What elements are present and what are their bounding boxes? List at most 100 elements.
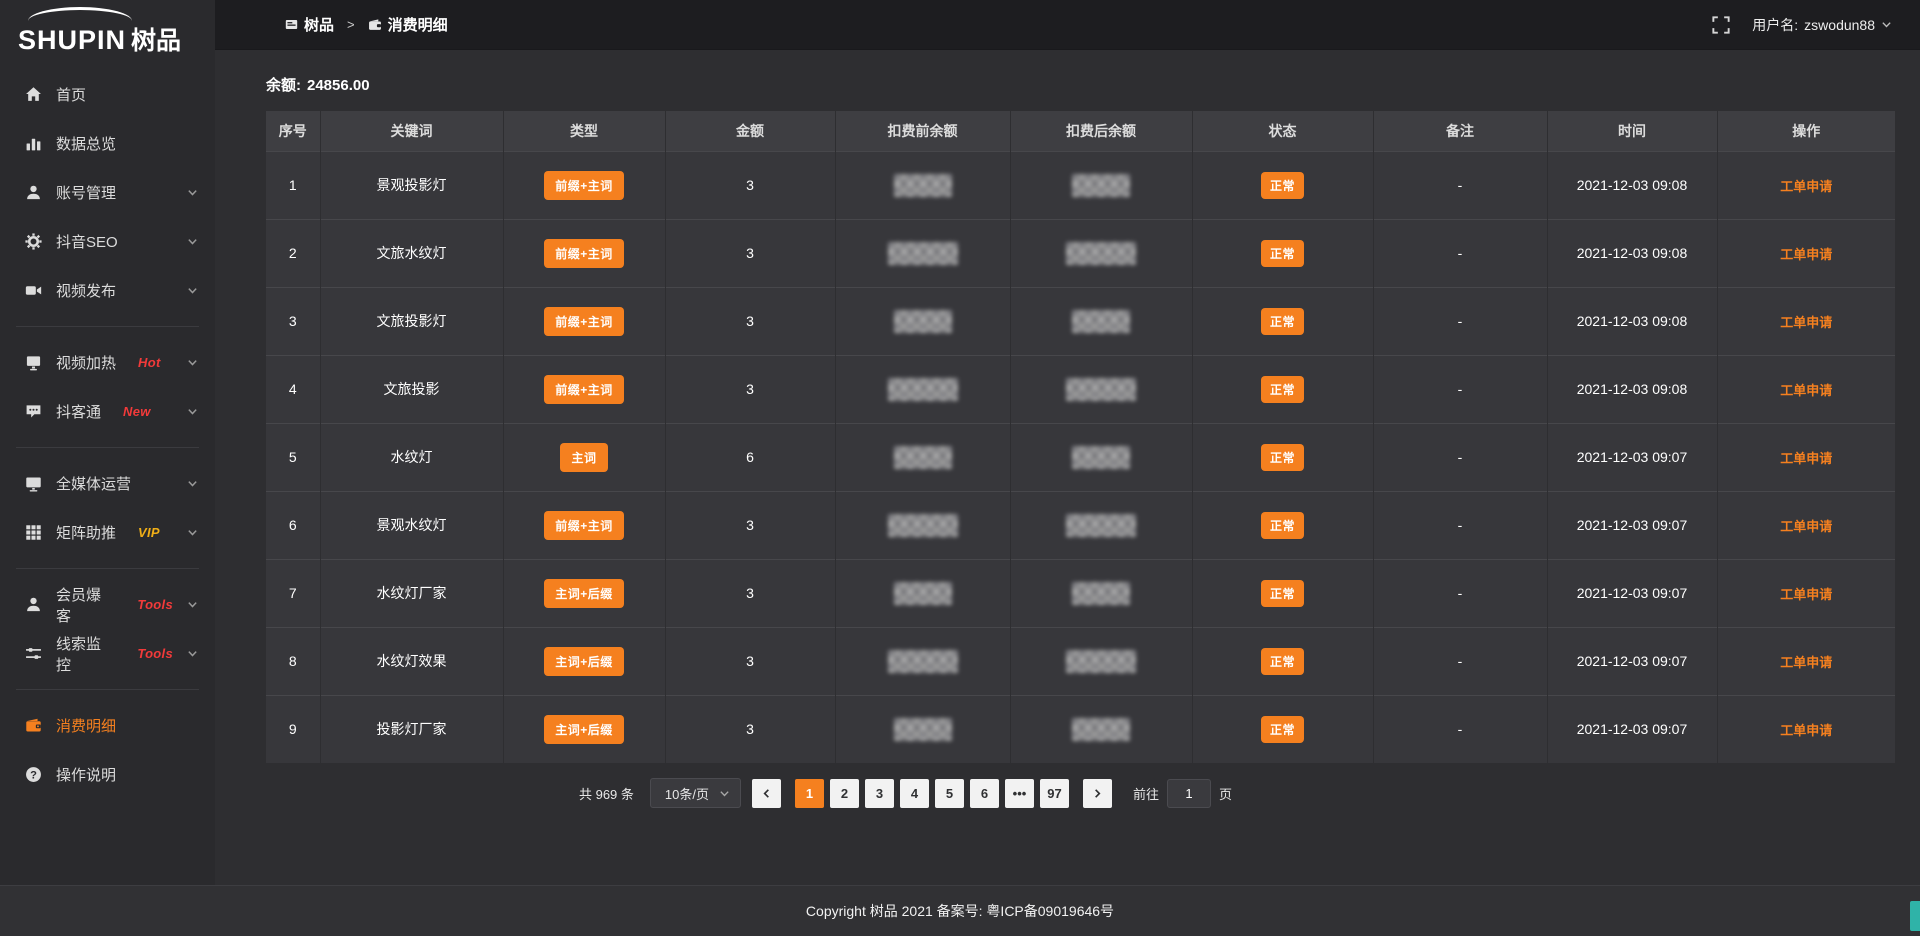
- sidebar-item-member-baoke[interactable]: 会员爆客 Tools: [0, 580, 215, 629]
- chevron-down-icon: [719, 788, 730, 799]
- sidebar-item-label: 抖音SEO: [56, 231, 118, 252]
- type-badge: 前缀+主词: [544, 171, 624, 200]
- page-button[interactable]: 3: [865, 779, 894, 808]
- sidebar-item-account-mgmt[interactable]: 账号管理: [0, 168, 215, 217]
- sidebar-item-data-overview[interactable]: 数据总览: [0, 119, 215, 168]
- redacted-value: [1072, 446, 1130, 469]
- help-circle-icon: ?: [25, 766, 42, 783]
- chevron-down-icon: [187, 599, 198, 610]
- ticket-apply-link[interactable]: 工单申请: [1780, 655, 1832, 670]
- sidebar-item-douketong[interactable]: 抖客通 New: [0, 387, 215, 436]
- fullscreen-icon[interactable]: [1712, 16, 1730, 34]
- cell-balance-before: [835, 151, 1010, 219]
- cell-status: 正常: [1192, 491, 1373, 559]
- cell-action: 工单申请: [1717, 423, 1895, 491]
- redacted-value: [1072, 310, 1130, 333]
- redacted-value: [1072, 718, 1130, 741]
- monitor-icon: [25, 475, 42, 492]
- ticket-apply-link[interactable]: 工单申请: [1780, 587, 1832, 602]
- breadcrumb-current[interactable]: 消费明细: [368, 14, 448, 35]
- cell-keyword: 水纹灯厂家: [320, 559, 503, 627]
- prev-page-button[interactable]: [752, 779, 781, 808]
- chevron-down-icon: [187, 406, 198, 417]
- cell-type: 前缀+主词: [503, 287, 665, 355]
- table-body: 1 景观投影灯 前缀+主词 3 正常 - 2021-12-03 09:08 工单…: [266, 151, 1895, 763]
- cell-balance-before: [835, 695, 1010, 763]
- ticket-apply-link[interactable]: 工单申请: [1780, 383, 1832, 398]
- ticket-apply-link[interactable]: 工单申请: [1780, 451, 1832, 466]
- sidebar-item-instructions[interactable]: ? 操作说明: [0, 750, 215, 799]
- sidebar-item-label: 首页: [56, 84, 86, 105]
- sidebar-item-matrix-boost[interactable]: 矩阵助推 VIP: [0, 508, 215, 557]
- floating-corner-widget[interactable]: [1910, 901, 1920, 931]
- redacted-value: [1072, 582, 1130, 605]
- cell-action: 工单申请: [1717, 559, 1895, 627]
- page: SHUPIN 树品 首页 数据总览 账号管理 抖音SEO: [0, 0, 1920, 936]
- col-header-type: 类型: [503, 111, 665, 151]
- cell-keyword: 景观投影灯: [320, 151, 503, 219]
- col-header-status: 状态: [1192, 111, 1373, 151]
- cell-type: 主词: [503, 423, 665, 491]
- cell-action: 工单申请: [1717, 287, 1895, 355]
- sidebar-item-video-heating[interactable]: 视频加热 Hot: [0, 338, 215, 387]
- cell-amount: 3: [665, 559, 835, 627]
- cell-keyword: 水纹灯: [320, 423, 503, 491]
- goto-page-input[interactable]: [1167, 779, 1211, 808]
- ticket-apply-link[interactable]: 工单申请: [1780, 723, 1832, 738]
- col-header-no: 序号: [266, 111, 320, 151]
- sidebar-item-video-publish[interactable]: 视频发布: [0, 266, 215, 315]
- next-page-button[interactable]: [1083, 779, 1112, 808]
- sidebar-item-consumption-detail[interactable]: 消费明细: [0, 701, 215, 750]
- cell-time: 2021-12-03 09:07: [1547, 491, 1717, 559]
- sidebar-item-all-media-ops[interactable]: 全媒体运营: [0, 459, 215, 508]
- ticket-apply-link[interactable]: 工单申请: [1780, 519, 1832, 534]
- redacted-value: [894, 718, 952, 741]
- page-size-select[interactable]: 10条/页: [650, 778, 741, 808]
- type-badge: 主词+后缀: [544, 579, 624, 608]
- ticket-apply-link[interactable]: 工单申请: [1780, 179, 1832, 194]
- page-button[interactable]: 97: [1040, 779, 1069, 808]
- sidebar-item-douyin-seo[interactable]: 抖音SEO: [0, 217, 215, 266]
- table-row: 5 水纹灯 主词 6 正常 - 2021-12-03 09:07 工单申请: [266, 423, 1895, 491]
- user-icon: [25, 184, 42, 201]
- cell-action: 工单申请: [1717, 695, 1895, 763]
- cell-status: 正常: [1192, 627, 1373, 695]
- page-button[interactable]: 1: [795, 779, 824, 808]
- page-size-value: 10条/页: [665, 784, 709, 803]
- chevron-down-icon: [187, 648, 198, 659]
- table-row: 1 景观投影灯 前缀+主词 3 正常 - 2021-12-03 09:08 工单…: [266, 151, 1895, 219]
- cell-action: 工单申请: [1717, 627, 1895, 695]
- sidebar-item-label: 矩阵助推: [56, 522, 116, 543]
- cell-status: 正常: [1192, 695, 1373, 763]
- breadcrumb-home[interactable]: 树品: [285, 14, 334, 35]
- sidebar-item-label: 全媒体运营: [56, 473, 131, 494]
- sidebar-item-home[interactable]: 首页: [0, 70, 215, 119]
- cell-keyword: 水纹灯效果: [320, 627, 503, 695]
- page-button[interactable]: 5: [935, 779, 964, 808]
- cell-time: 2021-12-03 09:08: [1547, 287, 1717, 355]
- ticket-apply-link[interactable]: 工单申请: [1780, 315, 1832, 330]
- page-button[interactable]: 2: [830, 779, 859, 808]
- cell-remark: -: [1373, 423, 1547, 491]
- redacted-value: [894, 174, 952, 197]
- sidebar-item-lead-monitor[interactable]: 线索监控 Tools: [0, 629, 215, 678]
- ticket-apply-link[interactable]: 工单申请: [1780, 247, 1832, 262]
- status-badge: 正常: [1261, 716, 1304, 743]
- cell-balance-before: [835, 423, 1010, 491]
- page-button[interactable]: 4: [900, 779, 929, 808]
- type-badge: 前缀+主词: [544, 375, 624, 404]
- chevron-down-icon: [187, 236, 198, 247]
- cell-time: 2021-12-03 09:08: [1547, 355, 1717, 423]
- cell-keyword: 景观水纹灯: [320, 491, 503, 559]
- user-dropdown[interactable]: 用户名: zswodun88: [1752, 15, 1892, 35]
- cell-remark: -: [1373, 151, 1547, 219]
- app-logo[interactable]: SHUPIN 树品: [0, 0, 215, 62]
- cell-status: 正常: [1192, 287, 1373, 355]
- screen-icon: [25, 354, 42, 371]
- cell-amount: 6: [665, 423, 835, 491]
- balance-label: 余额:: [266, 77, 301, 94]
- bar-chart-icon: [25, 135, 42, 152]
- page-button[interactable]: •••: [1005, 779, 1034, 808]
- cell-no: 7: [266, 559, 320, 627]
- page-button[interactable]: 6: [970, 779, 999, 808]
